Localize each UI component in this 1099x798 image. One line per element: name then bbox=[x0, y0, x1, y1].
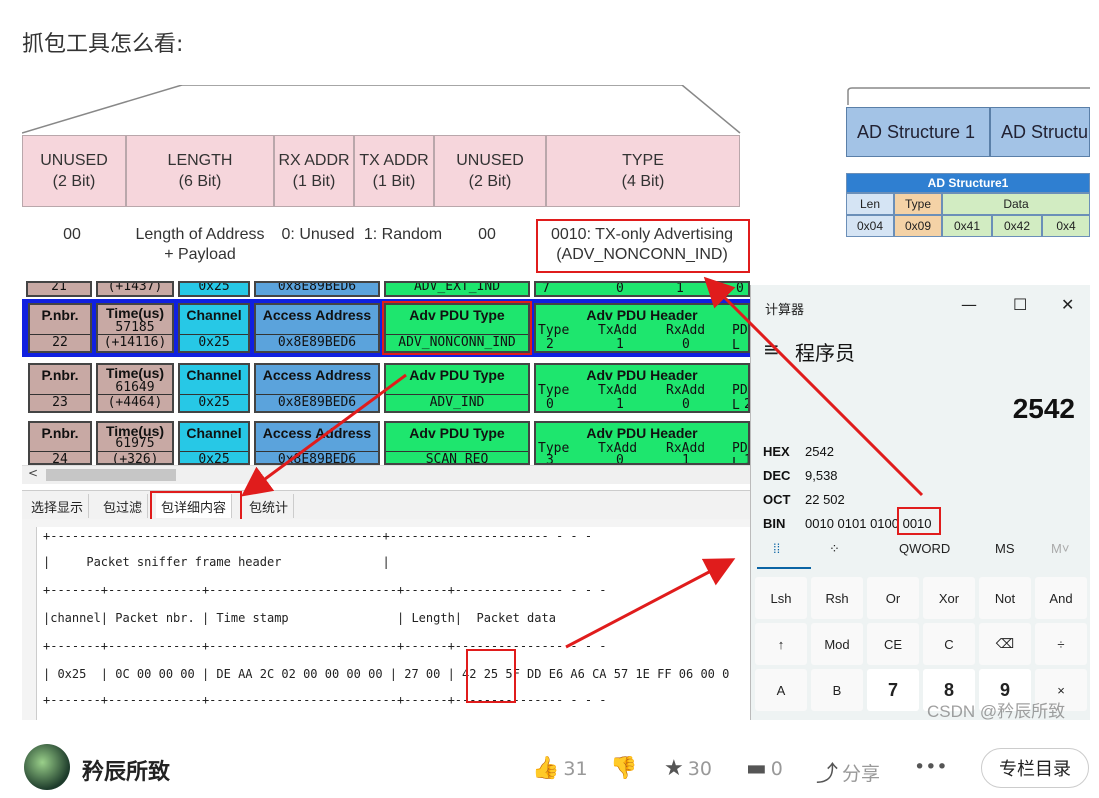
column-toc-button[interactable]: 专栏目录 bbox=[981, 748, 1089, 788]
star-icon: ★ bbox=[664, 756, 684, 781]
dislike-button[interactable]: 👎 bbox=[610, 756, 637, 781]
thumbs-up-icon: 👍 bbox=[532, 756, 560, 781]
more-button[interactable]: ••• bbox=[914, 756, 948, 778]
author-avatar[interactable] bbox=[24, 744, 70, 790]
comment-icon: ▬ bbox=[746, 756, 767, 781]
share-button[interactable]: ⤴ 分享 bbox=[816, 756, 880, 788]
article-figure: UNUSED (2 Bit) LENGTH (6 Bit) RX ADDR (1 Bi… bbox=[22, 85, 1090, 720]
author-name[interactable]: 矜辰所致 bbox=[82, 754, 170, 786]
thumbs-down-icon: 👎 bbox=[610, 756, 638, 781]
article-heading: 抓包工具怎么看: bbox=[22, 32, 184, 57]
annotation-arrows bbox=[241, 276, 924, 649]
share-icon: ⤴ bbox=[816, 762, 839, 787]
like-button[interactable]: 👍 31 bbox=[532, 756, 588, 781]
article-footer: 矜辰所致 👍 31 👎 ★ 30 ▬ 0 ⤴ 分享 ••• 专栏目录 bbox=[0, 720, 1099, 798]
comment-button[interactable]: ▬ 0 bbox=[746, 756, 783, 781]
favorite-button[interactable]: ★ 30 bbox=[664, 756, 712, 781]
